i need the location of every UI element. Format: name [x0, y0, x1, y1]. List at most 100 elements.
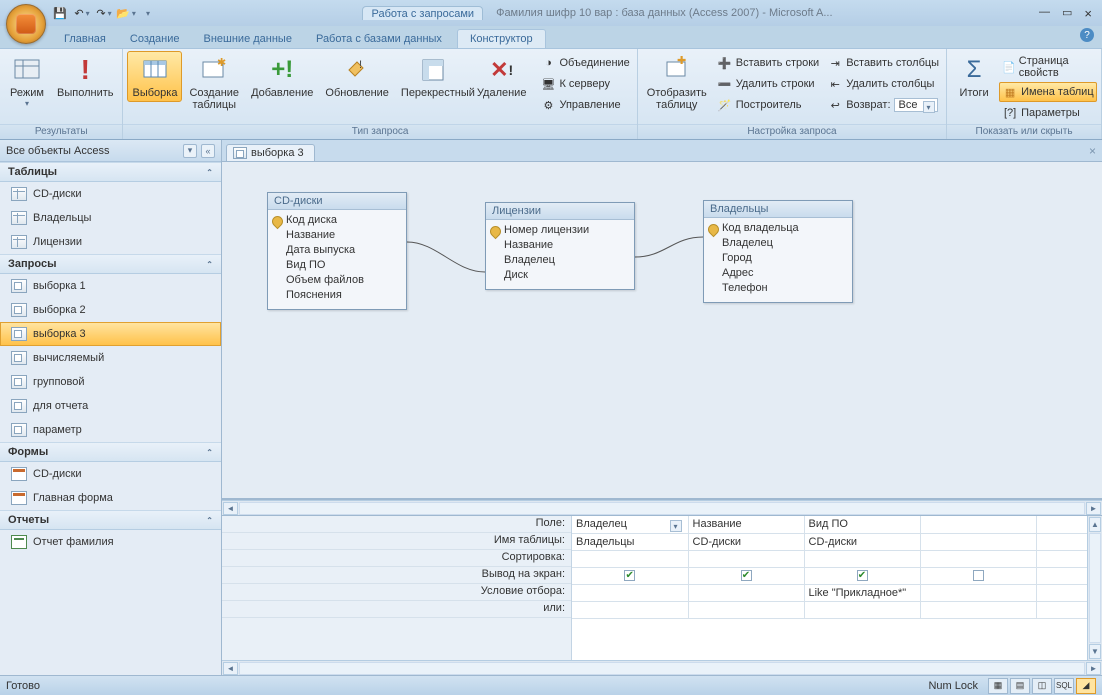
field-item[interactable]: Диск — [504, 268, 628, 283]
nav-item[interactable]: параметр — [0, 418, 221, 442]
grid-cell[interactable]: Like "Прикладное*" — [804, 584, 920, 601]
scroll-right-icon[interactable]: ► — [1086, 502, 1101, 515]
grid-cell[interactable] — [1036, 533, 1087, 550]
field-item[interactable]: Название — [504, 238, 628, 253]
view-pivotchart-icon[interactable]: ◫ — [1032, 678, 1052, 694]
datadef-button[interactable]: ⚙Управление — [537, 95, 632, 115]
field-item[interactable]: Номер лицензии — [504, 223, 628, 238]
deleterows-button[interactable]: ➖Удалить строки — [714, 74, 822, 94]
scroll-right-icon[interactable]: ► — [1086, 662, 1101, 675]
nav-item[interactable]: CD-диски — [0, 462, 221, 486]
tab-home[interactable]: Главная — [52, 30, 118, 48]
select-query-button[interactable]: Выборка — [127, 51, 182, 102]
grid-cell[interactable] — [688, 550, 804, 567]
scroll-left-icon[interactable]: ◄ — [223, 502, 238, 515]
table-box[interactable]: ВладельцыКод владельцаВладелецГородАдрес… — [703, 200, 853, 303]
grid-cell[interactable] — [920, 584, 1036, 601]
scroll-left-icon[interactable]: ◄ — [223, 662, 238, 675]
nav-item[interactable]: выборка 2 — [0, 298, 221, 322]
grid-cell[interactable] — [572, 567, 688, 584]
show-checkbox[interactable] — [973, 570, 984, 581]
field-item[interactable]: Телефон — [722, 281, 846, 296]
return-combo[interactable]: Все▾ — [894, 98, 938, 112]
grid-cell[interactable]: Владелец▾ — [572, 516, 688, 533]
grid-cell[interactable] — [920, 601, 1036, 618]
insertrows-button[interactable]: ➕Вставить строки — [714, 53, 822, 73]
office-button[interactable] — [6, 4, 46, 44]
delete-query-button[interactable]: ✕!Удаление — [472, 51, 532, 102]
field-item[interactable]: Вид ПО — [286, 258, 400, 273]
grid-cell[interactable] — [920, 533, 1036, 550]
show-checkbox[interactable] — [857, 570, 868, 581]
grid-cell[interactable] — [1036, 567, 1087, 584]
grid-cell[interactable] — [920, 567, 1036, 584]
grid-columns[interactable]: Владелец▾НазваниеВид ПО ВладельцыCD-диски… — [572, 516, 1087, 660]
deletecols-button[interactable]: ⇤Удалить столбцы — [824, 74, 942, 94]
view-sql-icon[interactable]: SQL — [1054, 678, 1074, 694]
nav-item[interactable]: для отчета — [0, 394, 221, 418]
maketable-button[interactable]: ✱Создание таблицы — [184, 51, 244, 114]
grid-cell[interactable] — [688, 567, 804, 584]
field-item[interactable]: Объем файлов — [286, 273, 400, 288]
close-icon[interactable]: × — [1084, 6, 1092, 21]
nav-item[interactable]: Лицензии — [0, 230, 221, 254]
grid-cell[interactable] — [572, 584, 688, 601]
minimize-icon[interactable]: — — [1039, 6, 1050, 21]
chevron-down-icon[interactable]: ▾ — [670, 520, 682, 532]
grid-cell[interactable] — [920, 516, 1036, 533]
nav-item[interactable]: Владельцы — [0, 206, 221, 230]
tab-design[interactable]: Конструктор — [457, 29, 546, 48]
update-button[interactable]: !Обновление — [320, 51, 394, 102]
nav-group-header[interactable]: Таблицы⌃ — [0, 162, 221, 182]
grid-cell[interactable] — [688, 601, 804, 618]
grid-cell[interactable] — [804, 601, 920, 618]
canvas-hscroll[interactable]: ◄► — [222, 500, 1102, 515]
query-canvas[interactable]: CD-дискиКод дискаНазваниеДата выпускаВид… — [222, 162, 1102, 500]
doc-tab[interactable]: выборка 3 — [226, 144, 315, 161]
view-pivot-icon[interactable]: ▤ — [1010, 678, 1030, 694]
crosstab-button[interactable]: Перекрестный — [396, 51, 470, 102]
doc-close-icon[interactable]: × — [1089, 144, 1096, 158]
qat-more-icon[interactable]: ▾ — [140, 5, 156, 21]
open-icon[interactable]: 📂 — [118, 5, 134, 21]
nav-item[interactable]: Главная форма — [0, 486, 221, 510]
save-icon[interactable]: 💾 — [52, 5, 68, 21]
view-datasheet-icon[interactable]: ▦ — [988, 678, 1008, 694]
grid-cell[interactable] — [1036, 584, 1087, 601]
nav-dropdown-icon[interactable]: ▾ — [183, 144, 197, 158]
nav-collapse-icon[interactable]: « — [201, 144, 215, 158]
nav-item[interactable]: CD-диски — [0, 182, 221, 206]
field-item[interactable]: Владелец — [504, 253, 628, 268]
grid-cell[interactable] — [572, 550, 688, 567]
nav-item[interactable]: выборка 3 — [0, 322, 221, 346]
field-item[interactable]: Название — [286, 228, 400, 243]
field-item[interactable]: Пояснения — [286, 288, 400, 303]
grid-hscroll[interactable]: ◄► — [222, 660, 1102, 675]
return-control[interactable]: ↩Возврат: Все▾ — [824, 95, 942, 115]
grid-cell[interactable]: Вид ПО — [804, 516, 920, 533]
grid-cell[interactable] — [1036, 516, 1087, 533]
grid-cell[interactable]: CD-диски — [688, 533, 804, 550]
maximize-icon[interactable]: ▭ — [1062, 6, 1072, 21]
tab-external[interactable]: Внешние данные — [192, 30, 304, 48]
show-checkbox[interactable] — [624, 570, 635, 581]
view-design-icon[interactable]: ◢ — [1076, 678, 1096, 694]
tab-create[interactable]: Создание — [118, 30, 192, 48]
propsheet-button[interactable]: 📄Страница свойств — [999, 53, 1097, 81]
undo-icon[interactable]: ↶ — [74, 5, 90, 21]
grid-cell[interactable] — [688, 584, 804, 601]
help-icon[interactable]: ? — [1080, 28, 1094, 42]
field-item[interactable]: Код владельца — [722, 221, 846, 236]
grid-cell[interactable] — [1036, 601, 1087, 618]
nav-group-header[interactable]: Формы⌃ — [0, 442, 221, 462]
table-box[interactable]: CD-дискиКод дискаНазваниеДата выпускаВид… — [267, 192, 407, 310]
grid-cell[interactable] — [572, 601, 688, 618]
union-button[interactable]: ◑Объединение — [537, 53, 632, 73]
tablenames-button[interactable]: ▦Имена таблиц — [999, 82, 1097, 102]
field-item[interactable]: Адрес — [722, 266, 846, 281]
grid-cell[interactable]: Владельцы — [572, 533, 688, 550]
grid-cell[interactable] — [804, 550, 920, 567]
grid-cell[interactable] — [1036, 550, 1087, 567]
grid-cell[interactable]: Название — [688, 516, 804, 533]
nav-item[interactable]: групповой — [0, 370, 221, 394]
